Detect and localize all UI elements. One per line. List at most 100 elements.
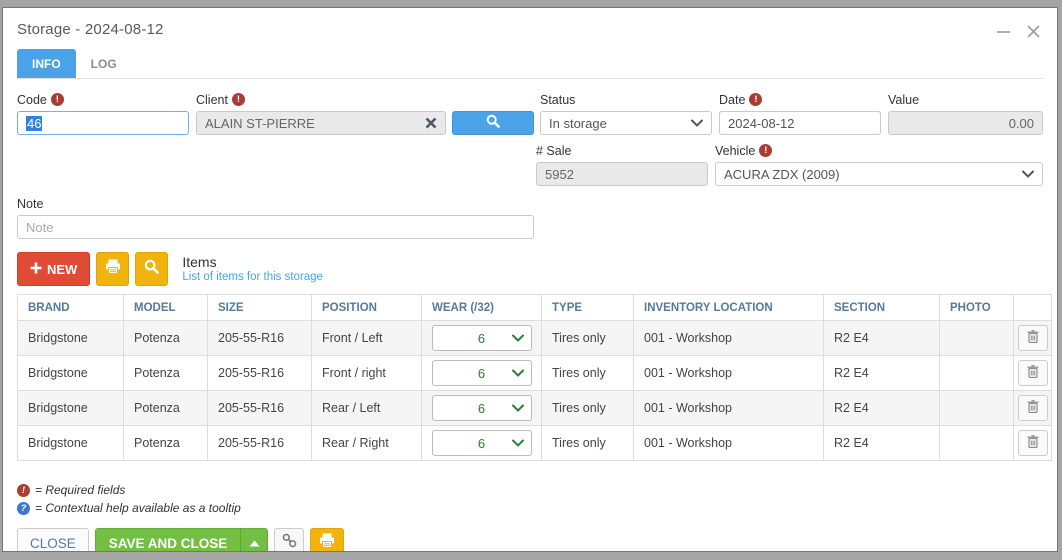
col-inventory-location: INVENTORY LOCATION (634, 295, 824, 321)
client-input[interactable]: ALAIN ST-PIERRE (196, 111, 446, 135)
cell-type: Tires only (542, 321, 634, 356)
print-items-button[interactable] (96, 252, 129, 286)
search-items-button[interactable] (135, 252, 168, 286)
tab-info[interactable]: INFO (17, 49, 76, 78)
clear-client-icon[interactable] (425, 117, 437, 129)
cell-photo (940, 356, 1014, 391)
cell-type: Tires only (542, 356, 634, 391)
copy-link-button[interactable] (274, 528, 304, 551)
client-label: Client (196, 93, 228, 107)
cell-brand: Bridgstone (18, 426, 124, 461)
status-select[interactable]: In storage (540, 111, 712, 135)
wear-select[interactable]: 6 (432, 395, 532, 421)
chevron-down-icon (1022, 170, 1034, 178)
note-label: Note (17, 197, 43, 211)
add-item-button[interactable]: NEW (17, 252, 90, 286)
cell-size: 205-55-R16 (208, 426, 312, 461)
printer-icon (105, 259, 121, 279)
required-icon: ! (51, 93, 64, 106)
note-input[interactable] (17, 215, 534, 239)
code-input[interactable]: 46 (17, 111, 189, 135)
save-options-toggle[interactable] (240, 529, 267, 551)
required-icon: ! (759, 144, 772, 157)
value-value: 0.00 (1009, 116, 1034, 131)
cell-location: 001 - Workshop (634, 426, 824, 461)
plus-icon (30, 262, 42, 277)
add-item-label: NEW (47, 262, 77, 277)
cell-section: R2 E4 (824, 391, 940, 426)
chevron-down-icon (691, 119, 703, 127)
trash-icon (1027, 400, 1039, 416)
delete-item-button[interactable] (1018, 430, 1048, 456)
wear-value: 6 (478, 436, 485, 451)
sale-label: # Sale (536, 144, 571, 158)
table-header-row: BRAND MODEL SIZE POSITION WEAR (/32) TYP… (18, 295, 1052, 321)
trash-icon (1027, 435, 1039, 451)
help-icon: ? (17, 502, 30, 515)
wear-value: 6 (478, 401, 485, 416)
status-label: Status (540, 93, 575, 107)
delete-item-button[interactable] (1018, 325, 1048, 351)
table-row: Bridgstone Potenza 205-55-R16 Rear / Lef… (18, 391, 1052, 426)
cell-position: Front / right (312, 356, 422, 391)
minimize-icon[interactable] (996, 24, 1011, 39)
storage-dialog: Storage - 2024-08-12 INFO LOG Code! 46 C… (3, 8, 1057, 551)
cell-size: 205-55-R16 (208, 356, 312, 391)
page-title: Storage - 2024-08-12 (17, 21, 1043, 38)
cell-location: 001 - Workshop (634, 321, 824, 356)
wear-select[interactable]: 6 (432, 430, 532, 456)
trash-icon (1027, 330, 1039, 346)
table-row: Bridgstone Potenza 205-55-R16 Front / Le… (18, 321, 1052, 356)
wear-select[interactable]: 6 (432, 325, 532, 351)
cell-type: Tires only (542, 426, 634, 461)
link-icon (282, 533, 297, 551)
legend-required-text: = Required fields (35, 483, 125, 497)
tab-log[interactable]: LOG (76, 49, 132, 78)
required-icon: ! (232, 93, 245, 106)
client-value: ALAIN ST-PIERRE (205, 116, 315, 131)
required-icon: ! (17, 484, 30, 497)
col-model: MODEL (124, 295, 208, 321)
items-subtitle: List of items for this storage (182, 270, 323, 284)
cell-brand: Bridgstone (18, 356, 124, 391)
cell-model: Potenza (124, 321, 208, 356)
col-photo: PHOTO (940, 295, 1014, 321)
close-button[interactable]: CLOSE (17, 528, 89, 551)
vehicle-select[interactable]: ACURA ZDX (2009) (715, 162, 1043, 186)
client-search-button[interactable] (452, 111, 534, 135)
sale-value: 5952 (545, 167, 574, 182)
cell-section: R2 E4 (824, 356, 940, 391)
chevron-down-icon (512, 404, 524, 412)
print-button[interactable] (310, 528, 344, 551)
col-size: SIZE (208, 295, 312, 321)
code-label: Code (17, 93, 47, 107)
date-label: Date (719, 93, 745, 107)
cell-size: 205-55-R16 (208, 321, 312, 356)
legend-required: ! = Required fields (17, 481, 1043, 499)
search-icon (144, 259, 159, 279)
sale-input: 5952 (536, 162, 708, 186)
cell-size: 205-55-R16 (208, 391, 312, 426)
delete-item-button[interactable] (1018, 395, 1048, 421)
wear-value: 6 (478, 331, 485, 346)
legend-help: ? = Contextual help available as a toolt… (17, 499, 1043, 517)
cell-section: R2 E4 (824, 321, 940, 356)
trash-icon (1027, 365, 1039, 381)
vehicle-label: Vehicle (715, 144, 755, 158)
date-input[interactable]: 2024-08-12 (719, 111, 881, 135)
table-row: Bridgstone Potenza 205-55-R16 Rear / Rig… (18, 426, 1052, 461)
save-and-close-button[interactable]: SAVE AND CLOSE (95, 528, 269, 551)
cell-brand: Bridgstone (18, 321, 124, 356)
wear-select[interactable]: 6 (432, 360, 532, 386)
delete-item-button[interactable] (1018, 360, 1048, 386)
wear-value: 6 (478, 366, 485, 381)
tab-bar: INFO LOG (17, 49, 1043, 79)
cell-location: 001 - Workshop (634, 356, 824, 391)
required-icon: ! (749, 93, 762, 106)
close-icon[interactable] (1026, 24, 1041, 39)
col-position: POSITION (312, 295, 422, 321)
cell-section: R2 E4 (824, 426, 940, 461)
date-value: 2024-08-12 (728, 116, 795, 131)
cell-photo (940, 321, 1014, 356)
value-input: 0.00 (888, 111, 1043, 135)
